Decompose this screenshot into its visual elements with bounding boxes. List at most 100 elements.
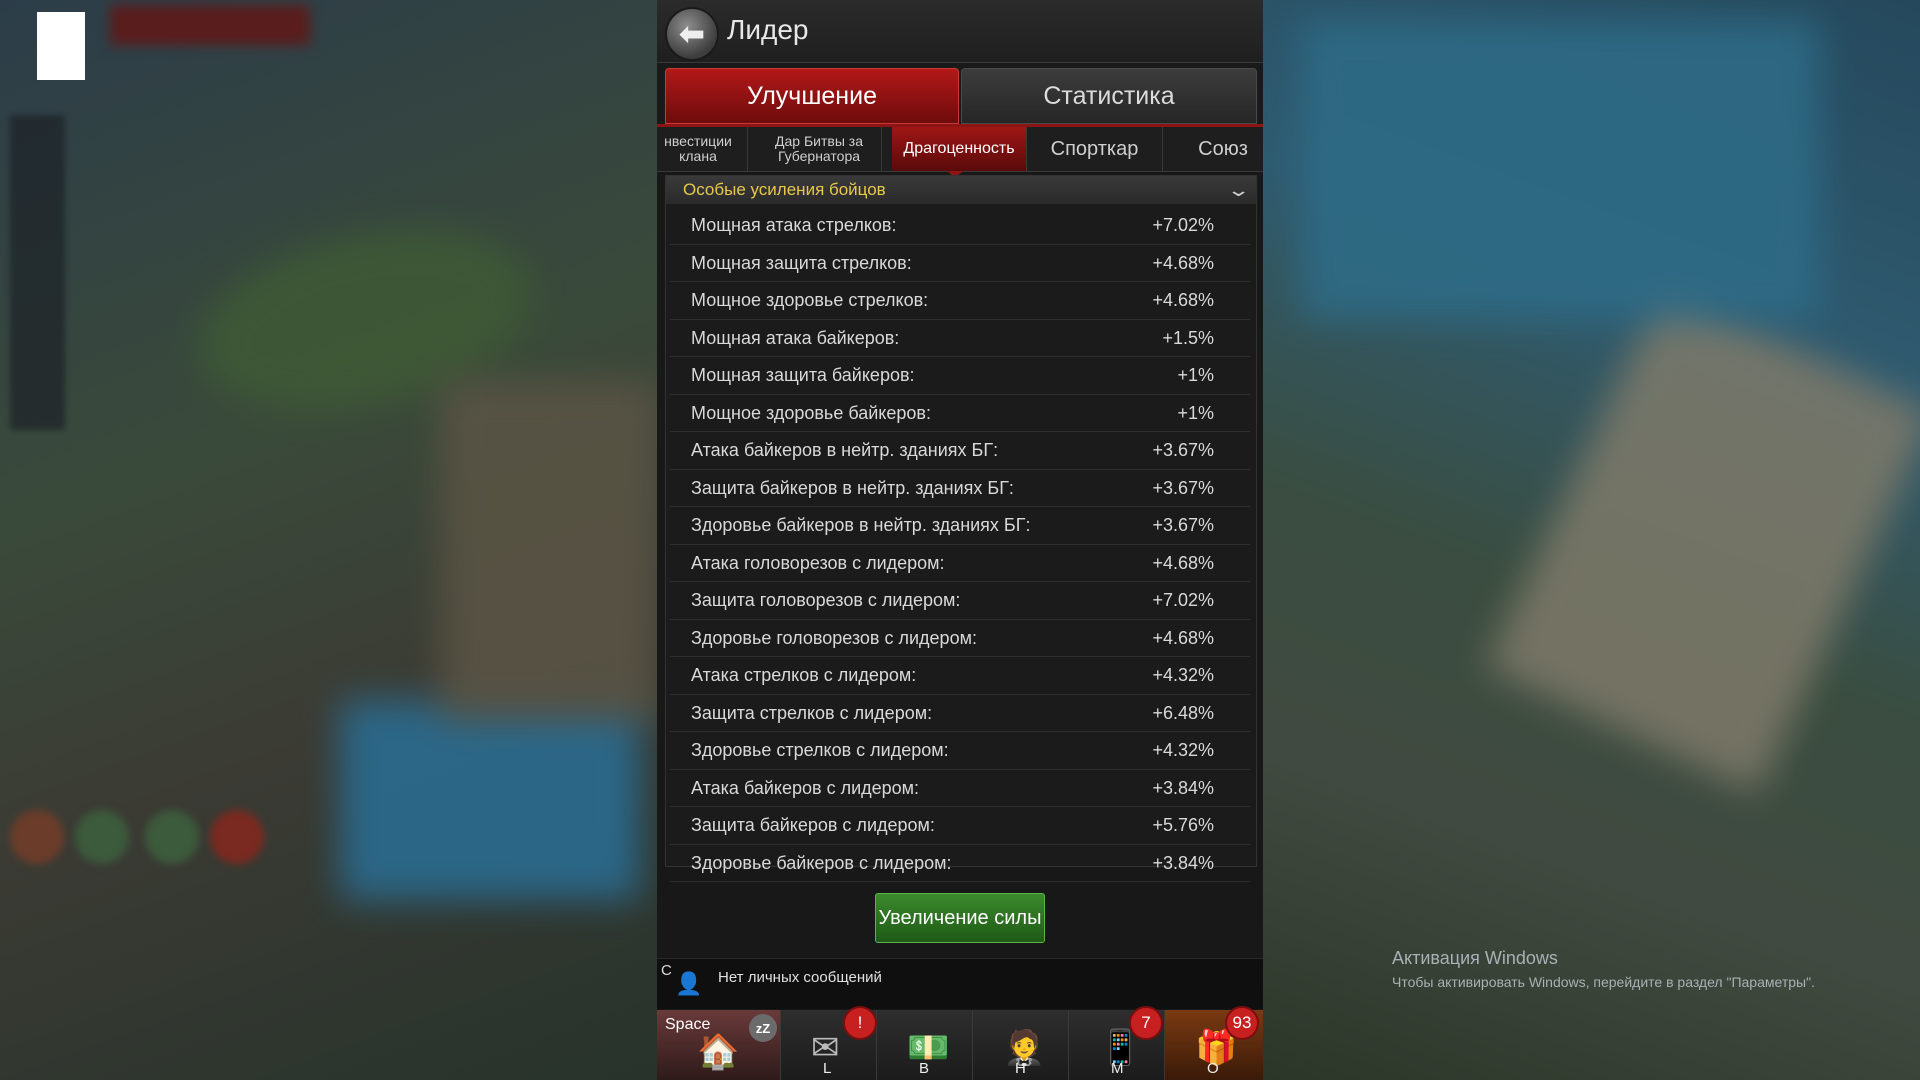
stat-row: Здоровье стрелков с лидером: +4.32% bbox=[670, 732, 1250, 770]
stat-row: Атака головорезов с лидером: +4.68% bbox=[670, 545, 1250, 582]
left-side-menu[interactable] bbox=[10, 115, 65, 430]
back-button[interactable]: ⬅ bbox=[665, 7, 719, 61]
stat-name: Мощное здоровье стрелков: bbox=[691, 290, 929, 310]
panel-header: ⬅ Лидер bbox=[657, 0, 1263, 63]
tab-statistics[interactable]: Статистика bbox=[961, 68, 1257, 124]
bottom-bar: Space 🏠 zZ ✉ L ! 💵 B 🤵 H 📱 M 7 🎁 O 93 bbox=[657, 1006, 1263, 1080]
stat-value: +7.02% bbox=[1152, 590, 1214, 610]
bank-button[interactable]: 💵 B bbox=[877, 1010, 973, 1080]
stat-row: Мощная защита байкеров: +1% bbox=[670, 357, 1250, 395]
mail-alert-badge: ! bbox=[843, 1006, 877, 1040]
space-button[interactable]: Space 🏠 zZ bbox=[657, 1010, 781, 1080]
stat-row: Здоровье головорезов с лидером: +4.68% bbox=[670, 620, 1250, 657]
sea-right bbox=[1300, 20, 1820, 320]
bank-letter: B bbox=[919, 1060, 930, 1077]
stat-name: Защита байкеров в нейтр. зданиях БГ: bbox=[691, 477, 1014, 498]
quick-action-2[interactable] bbox=[75, 810, 129, 864]
player-avatar[interactable] bbox=[37, 12, 85, 80]
subtab-sportscar[interactable]: Спорткар bbox=[1027, 127, 1163, 171]
stat-name: Атака байкеров с лидером: bbox=[691, 777, 920, 798]
message-text: Нет личных сообщений bbox=[718, 969, 882, 986]
hero-letter: H bbox=[1015, 1060, 1026, 1077]
stat-value: +4.32% bbox=[1152, 740, 1214, 760]
buildings-left bbox=[440, 380, 660, 720]
leader-panel: ⬅ Лидер Улучшение Статистика нвестиции к… bbox=[657, 0, 1263, 1080]
stat-name: Мощная атака байкеров: bbox=[691, 327, 900, 348]
stat-value: +3.67% bbox=[1152, 440, 1214, 460]
stat-name: Мощная защита байкеров: bbox=[691, 365, 915, 385]
stat-row: Защита головорезов с лидером: +7.02% bbox=[670, 582, 1250, 620]
mail-letter: L bbox=[823, 1060, 832, 1077]
phone-count-badge: 7 bbox=[1129, 1006, 1163, 1040]
stat-value: +1% bbox=[1177, 402, 1214, 423]
sleep-badge: zZ bbox=[749, 1014, 777, 1042]
stat-name: Защита головорезов с лидером: bbox=[691, 590, 961, 610]
back-arrow-icon: ⬅ bbox=[679, 17, 705, 51]
stat-row: Атака байкеров в нейтр. зданиях БГ: +3.67… bbox=[670, 432, 1250, 470]
stat-row: Здоровье байкеров в нейтр. зданиях БГ: +3… bbox=[670, 507, 1250, 545]
phone-button[interactable]: 📱 M 7 bbox=[1069, 1006, 1165, 1080]
subtab-clan-investments[interactable]: нвестиции клана bbox=[657, 127, 748, 171]
phone-letter: M bbox=[1111, 1060, 1124, 1077]
resource-bar bbox=[110, 5, 310, 45]
gift-button[interactable]: 🎁 O 93 bbox=[1165, 1006, 1263, 1080]
subtab-jewel[interactable]: Драгоценность bbox=[892, 127, 1027, 171]
stat-value: +4.68% bbox=[1152, 252, 1214, 273]
stat-row: Защита байкеров с лидером: +5.76% bbox=[670, 807, 1250, 845]
stat-name: Атака стрелков с лидером: bbox=[691, 665, 917, 685]
chevron-down-icon[interactable]: ⌄ bbox=[1226, 180, 1250, 201]
chat-channel-letter: C bbox=[661, 962, 672, 979]
stat-value: +1% bbox=[1177, 365, 1214, 385]
stat-value: +1.5% bbox=[1162, 327, 1214, 348]
stat-name: Здоровье байкеров с лидером: bbox=[691, 852, 952, 873]
water-area bbox=[340, 700, 640, 900]
stat-row: Мощная атака стрелков: +7.02% bbox=[670, 207, 1250, 245]
stat-value: +3.84% bbox=[1152, 777, 1214, 798]
stat-row: Мощная защита стрелков: +4.68% bbox=[670, 245, 1250, 282]
stat-name: Мощная защита стрелков: bbox=[691, 252, 912, 273]
stat-value: +4.68% bbox=[1152, 290, 1214, 310]
stats-box: Особые усиления бойцов ⌄ Мощная атака ст… bbox=[665, 175, 1257, 882]
stat-row: Атака байкеров с лидером: +3.84% bbox=[670, 770, 1250, 807]
stat-value: +3.67% bbox=[1152, 477, 1214, 498]
windows-activation-watermark: Активация Windows Чтобы активировать Win… bbox=[1392, 948, 1815, 990]
user-chat-icon[interactable]: 👤 bbox=[675, 971, 702, 997]
stat-value: +3.67% bbox=[1152, 515, 1214, 535]
stat-row: Мощное здоровье байкеров: +1% bbox=[670, 395, 1250, 432]
quick-action-3[interactable] bbox=[145, 810, 199, 864]
section-title: Особые усиления бойцов bbox=[683, 180, 886, 199]
subtab-governor-battle[interactable]: Дар Битвы за Губернатора bbox=[757, 127, 882, 171]
stat-row: Защита байкеров в нейтр. зданиях БГ: +3.6… bbox=[670, 470, 1250, 507]
building-icon: 🏠 bbox=[697, 1033, 740, 1071]
stat-name: Защита стрелков с лидером: bbox=[691, 702, 933, 723]
tab-upgrade[interactable]: Улучшение bbox=[665, 68, 959, 124]
stat-name: Атака головорезов с лидером: bbox=[691, 552, 945, 573]
mail-button[interactable]: ✉ L ! bbox=[781, 1006, 877, 1080]
increase-power-button[interactable]: Увеличение силы bbox=[875, 893, 1045, 943]
windows-activation-text: Чтобы активировать Windows, перейдите в … bbox=[1392, 974, 1815, 990]
stat-value: +6.48% bbox=[1152, 702, 1214, 723]
quick-action-1[interactable] bbox=[10, 810, 64, 864]
section-header[interactable]: Особые усиления бойцов ⌄ bbox=[666, 176, 1256, 204]
sub-tabs: нвестиции клана Дар Битвы за Губернатора… bbox=[657, 127, 1263, 172]
stat-value: +4.68% bbox=[1152, 627, 1214, 648]
windows-activation-title: Активация Windows bbox=[1392, 948, 1558, 968]
stat-row: Здоровье байкеров с лидером: +3.84% bbox=[670, 845, 1250, 882]
main-tabs: Улучшение Статистика bbox=[657, 64, 1263, 127]
stat-name: Защита байкеров с лидером: bbox=[691, 815, 935, 835]
message-bar[interactable]: C 👤 Нет личных сообщений bbox=[657, 958, 1263, 1009]
stat-value: +4.68% bbox=[1152, 552, 1214, 573]
stats-list: Мощная атака стрелков: +7.02% Мощная защит… bbox=[670, 207, 1250, 882]
quick-action-4[interactable] bbox=[210, 810, 264, 864]
stat-value: +7.02% bbox=[1152, 215, 1214, 235]
stat-name: Мощная атака стрелков: bbox=[691, 215, 897, 235]
stat-row: Атака стрелков с лидером: +4.32% bbox=[670, 657, 1250, 695]
stat-row: Защита стрелков с лидером: +6.48% bbox=[670, 695, 1250, 732]
stat-name: Здоровье байкеров в нейтр. зданиях БГ: bbox=[691, 515, 1031, 535]
subtab-alliance[interactable]: Союз bbox=[1163, 127, 1263, 171]
stat-name: Атака байкеров в нейтр. зданиях БГ: bbox=[691, 440, 999, 460]
stat-row: Мощное здоровье стрелков: +4.68% bbox=[670, 282, 1250, 320]
stat-name: Здоровье стрелков с лидером: bbox=[691, 740, 949, 760]
stat-value: +5.76% bbox=[1152, 815, 1214, 835]
hero-button[interactable]: 🤵 H bbox=[973, 1010, 1069, 1080]
